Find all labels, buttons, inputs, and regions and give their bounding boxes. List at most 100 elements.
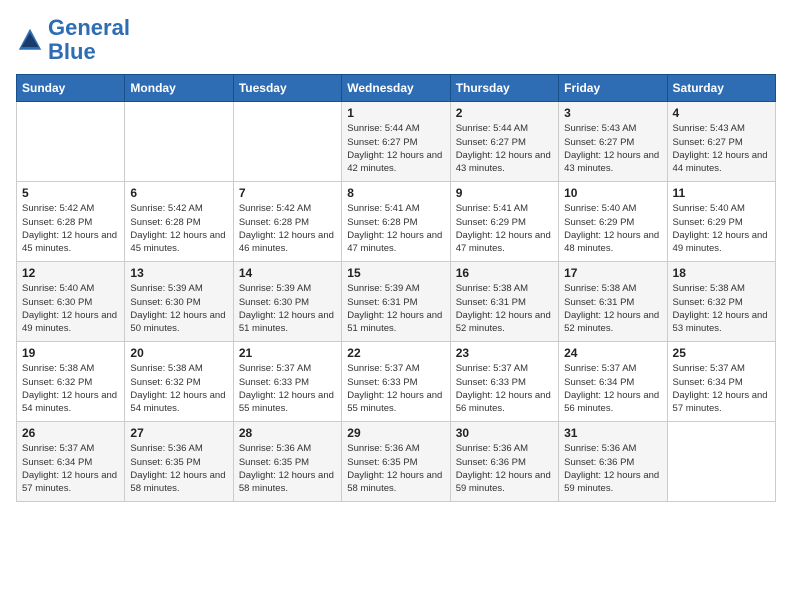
calendar-cell: 5 Sunrise: 5:42 AM Sunset: 6:28 PM Dayli… xyxy=(17,182,125,262)
calendar-cell: 10 Sunrise: 5:40 AM Sunset: 6:29 PM Dayl… xyxy=(559,182,667,262)
day-info: Sunrise: 5:41 AM Sunset: 6:28 PM Dayligh… xyxy=(347,202,444,255)
day-info: Sunrise: 5:38 AM Sunset: 6:31 PM Dayligh… xyxy=(456,282,553,335)
logo-text: General Blue xyxy=(48,16,130,64)
calendar-week-5: 26 Sunrise: 5:37 AM Sunset: 6:34 PM Dayl… xyxy=(17,422,776,502)
day-info: Sunrise: 5:44 AM Sunset: 6:27 PM Dayligh… xyxy=(456,122,553,175)
day-info: Sunrise: 5:36 AM Sunset: 6:35 PM Dayligh… xyxy=(130,442,227,495)
calendar-cell: 4 Sunrise: 5:43 AM Sunset: 6:27 PM Dayli… xyxy=(667,102,775,182)
calendar-cell: 9 Sunrise: 5:41 AM Sunset: 6:29 PM Dayli… xyxy=(450,182,558,262)
day-info: Sunrise: 5:42 AM Sunset: 6:28 PM Dayligh… xyxy=(239,202,336,255)
day-number: 20 xyxy=(130,346,227,360)
calendar-cell: 26 Sunrise: 5:37 AM Sunset: 6:34 PM Dayl… xyxy=(17,422,125,502)
day-number: 19 xyxy=(22,346,119,360)
day-number: 2 xyxy=(456,106,553,120)
day-info: Sunrise: 5:38 AM Sunset: 6:31 PM Dayligh… xyxy=(564,282,661,335)
calendar-cell xyxy=(667,422,775,502)
day-info: Sunrise: 5:40 AM Sunset: 6:29 PM Dayligh… xyxy=(673,202,770,255)
day-number: 25 xyxy=(673,346,770,360)
calendar-cell: 6 Sunrise: 5:42 AM Sunset: 6:28 PM Dayli… xyxy=(125,182,233,262)
day-number: 29 xyxy=(347,426,444,440)
calendar-cell: 28 Sunrise: 5:36 AM Sunset: 6:35 PM Dayl… xyxy=(233,422,341,502)
day-info: Sunrise: 5:38 AM Sunset: 6:32 PM Dayligh… xyxy=(130,362,227,415)
calendar-cell: 21 Sunrise: 5:37 AM Sunset: 6:33 PM Dayl… xyxy=(233,342,341,422)
calendar-cell: 19 Sunrise: 5:38 AM Sunset: 6:32 PM Dayl… xyxy=(17,342,125,422)
day-info: Sunrise: 5:39 AM Sunset: 6:31 PM Dayligh… xyxy=(347,282,444,335)
day-number: 30 xyxy=(456,426,553,440)
calendar-cell: 24 Sunrise: 5:37 AM Sunset: 6:34 PM Dayl… xyxy=(559,342,667,422)
day-number: 27 xyxy=(130,426,227,440)
calendar-cell: 8 Sunrise: 5:41 AM Sunset: 6:28 PM Dayli… xyxy=(342,182,450,262)
calendar-week-1: 1 Sunrise: 5:44 AM Sunset: 6:27 PM Dayli… xyxy=(17,102,776,182)
calendar-week-3: 12 Sunrise: 5:40 AM Sunset: 6:30 PM Dayl… xyxy=(17,262,776,342)
calendar-cell: 23 Sunrise: 5:37 AM Sunset: 6:33 PM Dayl… xyxy=(450,342,558,422)
day-number: 12 xyxy=(22,266,119,280)
weekday-header-wednesday: Wednesday xyxy=(342,75,450,102)
day-number: 22 xyxy=(347,346,444,360)
day-number: 10 xyxy=(564,186,661,200)
weekday-header-monday: Monday xyxy=(125,75,233,102)
day-info: Sunrise: 5:39 AM Sunset: 6:30 PM Dayligh… xyxy=(239,282,336,335)
day-number: 15 xyxy=(347,266,444,280)
calendar-table: SundayMondayTuesdayWednesdayThursdayFrid… xyxy=(16,74,776,502)
calendar-cell: 2 Sunrise: 5:44 AM Sunset: 6:27 PM Dayli… xyxy=(450,102,558,182)
day-info: Sunrise: 5:36 AM Sunset: 6:35 PM Dayligh… xyxy=(239,442,336,495)
day-info: Sunrise: 5:38 AM Sunset: 6:32 PM Dayligh… xyxy=(673,282,770,335)
calendar-cell: 1 Sunrise: 5:44 AM Sunset: 6:27 PM Dayli… xyxy=(342,102,450,182)
day-number: 13 xyxy=(130,266,227,280)
weekday-header-sunday: Sunday xyxy=(17,75,125,102)
day-info: Sunrise: 5:42 AM Sunset: 6:28 PM Dayligh… xyxy=(130,202,227,255)
calendar-cell: 31 Sunrise: 5:36 AM Sunset: 6:36 PM Dayl… xyxy=(559,422,667,502)
day-info: Sunrise: 5:37 AM Sunset: 6:34 PM Dayligh… xyxy=(564,362,661,415)
calendar-cell xyxy=(17,102,125,182)
day-info: Sunrise: 5:37 AM Sunset: 6:33 PM Dayligh… xyxy=(347,362,444,415)
calendar-cell: 14 Sunrise: 5:39 AM Sunset: 6:30 PM Dayl… xyxy=(233,262,341,342)
day-info: Sunrise: 5:43 AM Sunset: 6:27 PM Dayligh… xyxy=(564,122,661,175)
day-info: Sunrise: 5:36 AM Sunset: 6:36 PM Dayligh… xyxy=(564,442,661,495)
calendar-cell: 20 Sunrise: 5:38 AM Sunset: 6:32 PM Dayl… xyxy=(125,342,233,422)
day-number: 7 xyxy=(239,186,336,200)
day-number: 8 xyxy=(347,186,444,200)
day-info: Sunrise: 5:40 AM Sunset: 6:30 PM Dayligh… xyxy=(22,282,119,335)
calendar-cell: 13 Sunrise: 5:39 AM Sunset: 6:30 PM Dayl… xyxy=(125,262,233,342)
day-number: 26 xyxy=(22,426,119,440)
day-info: Sunrise: 5:36 AM Sunset: 6:35 PM Dayligh… xyxy=(347,442,444,495)
calendar-cell: 3 Sunrise: 5:43 AM Sunset: 6:27 PM Dayli… xyxy=(559,102,667,182)
calendar-cell: 25 Sunrise: 5:37 AM Sunset: 6:34 PM Dayl… xyxy=(667,342,775,422)
day-info: Sunrise: 5:37 AM Sunset: 6:33 PM Dayligh… xyxy=(456,362,553,415)
calendar-cell: 7 Sunrise: 5:42 AM Sunset: 6:28 PM Dayli… xyxy=(233,182,341,262)
day-number: 31 xyxy=(564,426,661,440)
day-number: 6 xyxy=(130,186,227,200)
logo-icon xyxy=(16,26,44,54)
day-number: 17 xyxy=(564,266,661,280)
weekday-header-saturday: Saturday xyxy=(667,75,775,102)
calendar-cell: 29 Sunrise: 5:36 AM Sunset: 6:35 PM Dayl… xyxy=(342,422,450,502)
day-number: 21 xyxy=(239,346,336,360)
day-info: Sunrise: 5:36 AM Sunset: 6:36 PM Dayligh… xyxy=(456,442,553,495)
day-info: Sunrise: 5:41 AM Sunset: 6:29 PM Dayligh… xyxy=(456,202,553,255)
day-number: 3 xyxy=(564,106,661,120)
calendar-cell: 27 Sunrise: 5:36 AM Sunset: 6:35 PM Dayl… xyxy=(125,422,233,502)
calendar-cell: 11 Sunrise: 5:40 AM Sunset: 6:29 PM Dayl… xyxy=(667,182,775,262)
day-number: 5 xyxy=(22,186,119,200)
day-info: Sunrise: 5:40 AM Sunset: 6:29 PM Dayligh… xyxy=(564,202,661,255)
calendar-cell xyxy=(233,102,341,182)
day-number: 23 xyxy=(456,346,553,360)
day-info: Sunrise: 5:44 AM Sunset: 6:27 PM Dayligh… xyxy=(347,122,444,175)
day-number: 4 xyxy=(673,106,770,120)
page-header: General Blue xyxy=(16,16,776,64)
calendar-cell: 17 Sunrise: 5:38 AM Sunset: 6:31 PM Dayl… xyxy=(559,262,667,342)
day-number: 18 xyxy=(673,266,770,280)
calendar-cell: 18 Sunrise: 5:38 AM Sunset: 6:32 PM Dayl… xyxy=(667,262,775,342)
weekday-header-thursday: Thursday xyxy=(450,75,558,102)
day-number: 9 xyxy=(456,186,553,200)
calendar-cell: 15 Sunrise: 5:39 AM Sunset: 6:31 PM Dayl… xyxy=(342,262,450,342)
calendar-cell: 16 Sunrise: 5:38 AM Sunset: 6:31 PM Dayl… xyxy=(450,262,558,342)
calendar-cell: 30 Sunrise: 5:36 AM Sunset: 6:36 PM Dayl… xyxy=(450,422,558,502)
day-info: Sunrise: 5:42 AM Sunset: 6:28 PM Dayligh… xyxy=(22,202,119,255)
day-number: 28 xyxy=(239,426,336,440)
calendar-cell xyxy=(125,102,233,182)
day-info: Sunrise: 5:37 AM Sunset: 6:34 PM Dayligh… xyxy=(673,362,770,415)
weekday-header-friday: Friday xyxy=(559,75,667,102)
day-number: 1 xyxy=(347,106,444,120)
weekday-header-tuesday: Tuesday xyxy=(233,75,341,102)
